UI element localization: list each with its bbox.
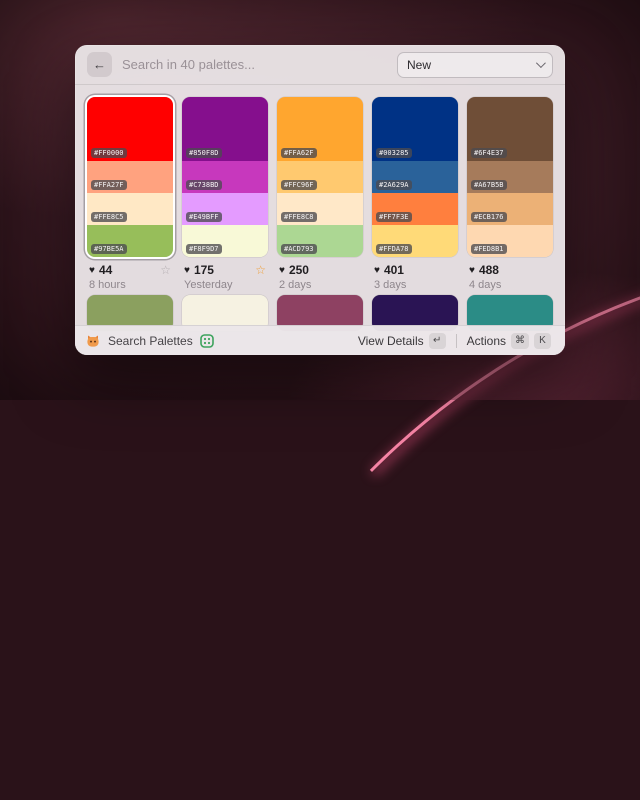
color-swatch[interactable]: #FF0000 [87, 97, 173, 161]
palette-age: 2 days [277, 279, 363, 292]
color-swatch[interactable]: #850F8D [182, 97, 268, 161]
color-hex-label: #A67B5B [471, 180, 507, 191]
palette-card[interactable]: #FFA62F #FFC96F #FFE8C8 #ACD793 [277, 97, 363, 257]
search-input[interactable]: Search in 40 palettes... [122, 57, 387, 72]
color-swatch[interactable]: #FFA27F [87, 161, 173, 193]
actions-label: Actions [467, 334, 506, 348]
back-button[interactable]: ← [87, 52, 112, 77]
color-hex-label: #FFDA78 [376, 244, 412, 255]
color-hex-label: #ACD793 [281, 244, 317, 255]
palette-meta: ♥ 44 ☆ [87, 263, 173, 277]
color-hex-label: #FF7F3E [376, 212, 412, 223]
color-hex-label: #6F4E37 [471, 148, 507, 159]
palette-age: 4 days [467, 279, 553, 292]
color-hex-label: #F8F9D7 [186, 244, 222, 255]
color-swatch[interactable]: #003285 [372, 97, 458, 161]
color-swatch[interactable]: #ACD793 [277, 225, 363, 257]
enter-key-icon: ↵ [429, 333, 446, 349]
view-details-label: View Details [358, 334, 424, 348]
color-hex-label: #C738BD [186, 180, 222, 191]
actions-button[interactable]: Actions ⌘ K [463, 330, 555, 352]
palette-meta: ♥ 175 ☆ [182, 263, 268, 277]
palette-card[interactable]: #6F4E37 #A67B5B #ECB176 #FED8B1 [467, 97, 553, 257]
color-swatch[interactable]: #FED8B1 [467, 225, 553, 257]
color-hex-label: #E49BFF [186, 212, 222, 223]
color-swatch[interactable]: #FFE8C5 [87, 193, 173, 225]
palette-age: Yesterday [182, 279, 268, 292]
palette-item[interactable]: #FFA62F #FFC96F #FFE8C8 #ACD793 ♥ 250 2 … [277, 97, 363, 292]
color-hex-label: #97BE5A [91, 244, 127, 255]
color-hex-label: #FFE8C5 [91, 212, 127, 223]
command-name-label: Search Palettes [108, 334, 193, 348]
heart-icon: ♥ [469, 265, 475, 276]
heart-icon: ♥ [374, 265, 380, 276]
color-swatch[interactable]: #E49BFF [182, 193, 268, 225]
palette-item[interactable]: #003285 #2A629A #FF7F3E #FFDA78 ♥ 401 3 … [372, 97, 458, 292]
palette-meta: ♥ 250 [277, 263, 363, 277]
likes-count: 488 [479, 263, 499, 277]
color-hex-label: #FF0000 [91, 148, 127, 159]
color-hex-label: #003285 [376, 148, 412, 159]
likes-count: 250 [289, 263, 309, 277]
back-arrow-icon: ← [93, 57, 106, 72]
color-swatch[interactable]: #FFA62F [277, 97, 363, 161]
color-swatch[interactable]: #FFE8C8 [277, 193, 363, 225]
likes-count: 44 [99, 263, 112, 277]
chevron-down-icon [536, 58, 546, 68]
palette-item[interactable]: #FF0000 #FFA27F #FFE8C5 #97BE5A ♥ 44 ☆ 8… [87, 97, 173, 292]
likes-count: 175 [194, 263, 214, 277]
view-details-button[interactable]: View Details ↵ [354, 330, 450, 352]
color-swatch[interactable]: #FFC96F [277, 161, 363, 193]
palette-age: 8 hours [87, 279, 173, 292]
sort-dropdown-value: New [407, 58, 431, 72]
color-swatch[interactable]: #ECB176 [467, 193, 553, 225]
palette-search-window: ← Search in 40 palettes... New #FF0000 #… [75, 45, 565, 355]
color-hex-label: #FFC96F [281, 180, 317, 191]
heart-icon: ♥ [89, 265, 95, 276]
color-hex-label: #FFA27F [91, 180, 127, 191]
color-swatch[interactable]: #97BE5A [87, 225, 173, 257]
heart-icon: ♥ [279, 265, 285, 276]
color-hex-label: #ECB176 [471, 212, 507, 223]
command-key-icon: ⌘ [511, 333, 529, 349]
star-icon: ☆ [160, 264, 171, 276]
star-icon: ☆ [255, 264, 266, 276]
palette-meta: ♥ 401 [372, 263, 458, 277]
footer-divider [456, 334, 457, 348]
extension-app-icon [85, 333, 101, 349]
sort-dropdown[interactable]: New [397, 52, 553, 78]
palette-grid-icon [200, 334, 214, 348]
color-hex-label: #850F8D [186, 148, 222, 159]
search-header: ← Search in 40 palettes... New [75, 45, 565, 85]
color-swatch[interactable]: #A67B5B [467, 161, 553, 193]
color-hex-label: #FFA62F [281, 148, 317, 159]
palette-item[interactable]: #850F8D #C738BD #E49BFF #F8F9D7 ♥ 175 ☆ … [182, 97, 268, 292]
color-swatch[interactable]: #2A629A [372, 161, 458, 193]
heart-icon: ♥ [184, 265, 190, 276]
palette-meta: ♥ 488 [467, 263, 553, 277]
color-swatch[interactable]: #6F4E37 [467, 97, 553, 161]
color-swatch[interactable]: #C738BD [182, 161, 268, 193]
k-key-icon: K [534, 333, 551, 349]
color-swatch[interactable]: #FFDA78 [372, 225, 458, 257]
color-swatch[interactable]: #FF7F3E [372, 193, 458, 225]
color-hex-label: #FFE8C8 [281, 212, 317, 223]
color-hex-label: #2A629A [376, 180, 412, 191]
palette-grid: #FF0000 #FFA27F #FFE8C5 #97BE5A ♥ 44 ☆ 8… [75, 85, 565, 331]
color-swatch[interactable]: #F8F9D7 [182, 225, 268, 257]
palette-item[interactable]: #6F4E37 #A67B5B #ECB176 #FED8B1 ♥ 488 4 … [467, 97, 553, 292]
likes-count: 401 [384, 263, 404, 277]
palette-age: 3 days [372, 279, 458, 292]
palette-card[interactable]: #850F8D #C738BD #E49BFF #F8F9D7 [182, 97, 268, 257]
palette-card-selected[interactable]: #FF0000 #FFA27F #FFE8C5 #97BE5A [87, 97, 173, 257]
palette-card[interactable]: #003285 #2A629A #FF7F3E #FFDA78 [372, 97, 458, 257]
action-bar: Search Palettes View Details ↵ Actions ⌘… [75, 325, 565, 355]
color-hex-label: #FED8B1 [471, 244, 507, 255]
